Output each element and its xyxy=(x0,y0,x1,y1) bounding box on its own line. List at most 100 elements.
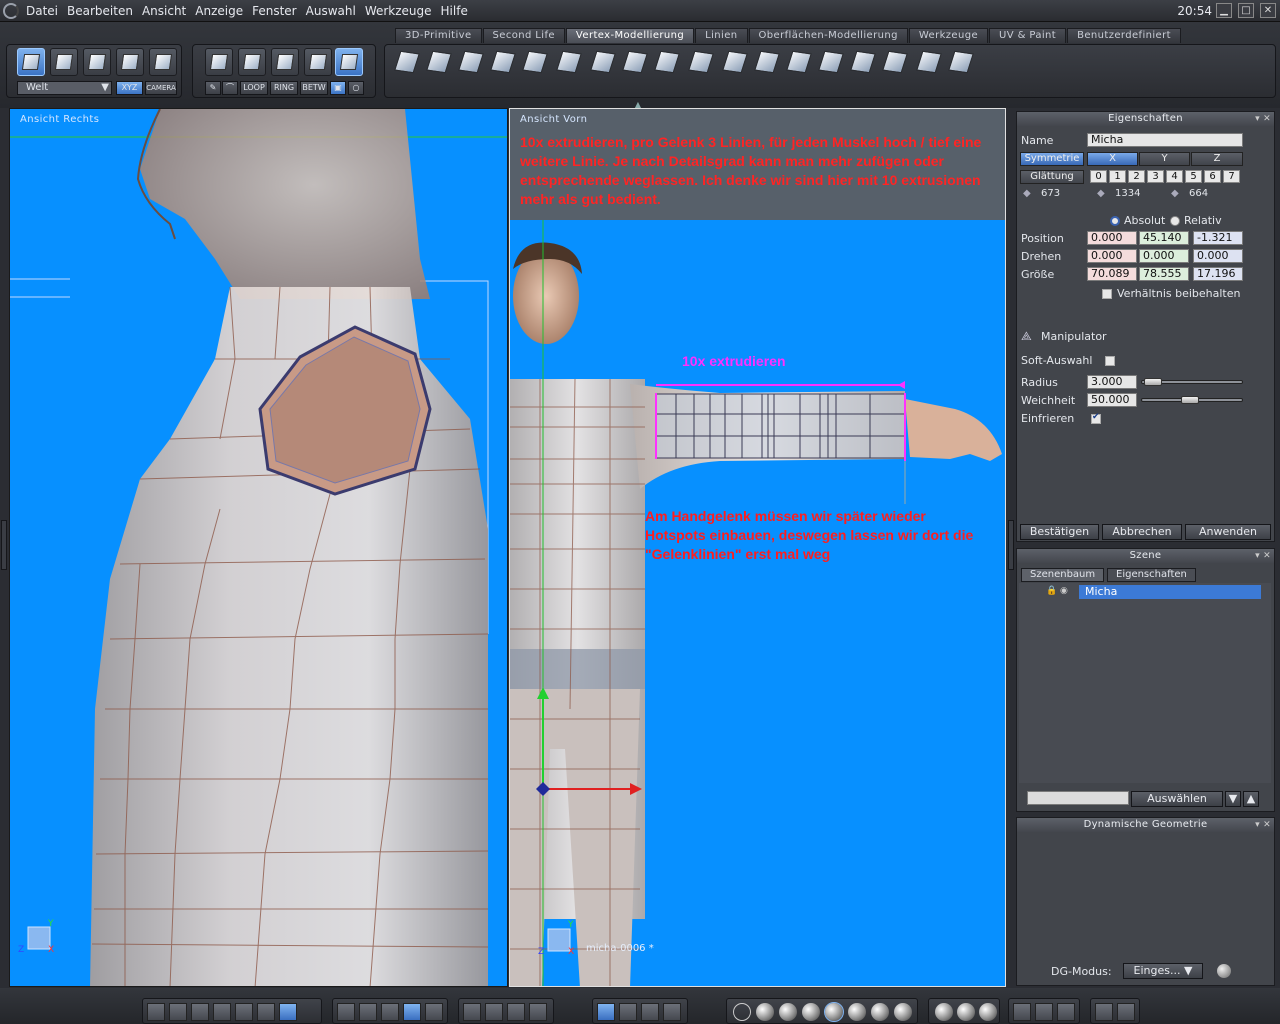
render-sun-icon[interactable] xyxy=(1095,1003,1113,1021)
size-y[interactable]: 78.555 xyxy=(1139,267,1189,281)
smoothing-level[interactable]: 6 xyxy=(1204,170,1221,183)
hidden-line-sphere-icon[interactable] xyxy=(756,1003,774,1021)
smoothing-level[interactable]: 7 xyxy=(1223,170,1240,183)
smoothing-level[interactable]: 5 xyxy=(1185,170,1202,183)
softness-field[interactable]: 50.000 xyxy=(1087,393,1137,407)
add-vertex-tool-icon[interactable] xyxy=(915,48,943,76)
panel-close-icon[interactable]: ▾ ✕ xyxy=(1255,550,1271,563)
camera-icon[interactable] xyxy=(1117,1003,1135,1021)
wireframe-sphere-icon[interactable] xyxy=(733,1003,751,1021)
mixed-mode-icon[interactable] xyxy=(335,48,363,76)
apply-button[interactable]: Anwenden xyxy=(1185,524,1271,540)
rotate-view-icon[interactable] xyxy=(619,1003,637,1021)
dg-sphere-icon[interactable] xyxy=(1217,964,1231,978)
checker-icon[interactable] xyxy=(381,1003,399,1021)
layout-quad-icon[interactable] xyxy=(169,1003,187,1021)
size-x[interactable]: 70.089 xyxy=(1087,267,1137,281)
tab-werkzeuge[interactable]: Werkzeuge xyxy=(908,28,989,43)
layout-single-icon[interactable] xyxy=(147,1003,165,1021)
menu-werkzeuge[interactable]: Werkzeuge xyxy=(365,4,432,18)
loop-button[interactable]: LOOP xyxy=(240,81,268,95)
hand-icon[interactable] xyxy=(663,1003,681,1021)
softness-slider-handle[interactable] xyxy=(1181,396,1199,404)
camera-toggle[interactable]: CAMERA xyxy=(145,81,177,95)
confirm-button[interactable]: Bestätigen xyxy=(1020,524,1099,540)
material-icon[interactable] xyxy=(935,1003,953,1021)
rect-select-icon[interactable]: ▣ xyxy=(330,81,346,95)
slice-tool-icon[interactable] xyxy=(753,48,781,76)
rotate-y[interactable]: 0.000 xyxy=(1139,249,1189,263)
eye-icon[interactable]: ◉ xyxy=(1060,586,1068,596)
cancel-button[interactable]: Abbrechen xyxy=(1102,524,1182,540)
paint-icon[interactable] xyxy=(359,1003,377,1021)
symmetry-z[interactable]: Z xyxy=(1191,152,1243,166)
split-tool-icon[interactable] xyxy=(687,48,715,76)
tab-scenebaum[interactable]: Szenenbaum xyxy=(1021,568,1105,582)
render-settings-icon[interactable] xyxy=(1013,1003,1031,1021)
grid-alt-icon[interactable] xyxy=(425,1003,443,1021)
tab-linien[interactable]: Linien xyxy=(695,28,748,43)
tab-second-life[interactable]: Second Life xyxy=(482,28,565,43)
app-logo-icon[interactable] xyxy=(3,3,19,19)
eye-icon[interactable] xyxy=(529,1003,547,1021)
layout-split-h-icon[interactable] xyxy=(257,1003,275,1021)
symmetry-y[interactable]: Y xyxy=(1139,152,1190,166)
object-mode-icon[interactable] xyxy=(205,48,233,76)
scene-search-input[interactable] xyxy=(1027,791,1129,805)
tab-benutzerdefiniert[interactable]: Benutzerdefiniert xyxy=(1067,28,1181,43)
radius-field[interactable]: 3.000 xyxy=(1087,375,1137,389)
ring-button[interactable]: RING xyxy=(270,81,298,95)
collapse-toolbar-icon[interactable]: ▲ xyxy=(630,100,646,109)
weld-tool-icon[interactable] xyxy=(653,48,681,76)
grid-icon[interactable] xyxy=(337,1003,355,1021)
flat-sphere-icon[interactable] xyxy=(779,1003,797,1021)
smoothing-level[interactable]: 3 xyxy=(1147,170,1164,183)
pan-icon[interactable] xyxy=(485,1003,503,1021)
book-icon[interactable] xyxy=(1057,1003,1075,1021)
connect-tool-icon[interactable] xyxy=(621,48,649,76)
smoothing-level[interactable]: 0 xyxy=(1090,170,1107,183)
radius-slider-handle[interactable] xyxy=(1144,378,1162,386)
subdivide-tool-icon[interactable] xyxy=(555,48,583,76)
keep-ratio-checkbox[interactable] xyxy=(1102,289,1112,299)
rotate-x[interactable]: 0.000 xyxy=(1087,249,1137,263)
relative-radio[interactable] xyxy=(1170,216,1180,226)
bridge-tool-icon[interactable] xyxy=(881,48,909,76)
remove-vertex-tool-icon[interactable] xyxy=(947,48,975,76)
preview-sphere-icon[interactable] xyxy=(894,1003,912,1021)
space-select[interactable]: Welt ▼ xyxy=(17,81,112,95)
edge-mode-icon[interactable] xyxy=(271,48,299,76)
grid-on-icon[interactable] xyxy=(403,1003,421,1021)
freeze-checkbox[interactable] xyxy=(1091,412,1101,424)
textured-sphere-icon[interactable] xyxy=(848,1003,866,1021)
left-panel-grip[interactable] xyxy=(1,520,7,570)
menu-fenster[interactable]: Fenster xyxy=(252,4,297,18)
dolly-icon[interactable] xyxy=(641,1003,659,1021)
uniform-tool-icon[interactable] xyxy=(849,48,877,76)
move-view-icon[interactable] xyxy=(597,1003,615,1021)
position-z[interactable]: -1.321 xyxy=(1193,231,1243,245)
smoothing-toggle[interactable]: Glättung xyxy=(1020,170,1084,184)
dg-mode-select[interactable]: Einges... ▼ xyxy=(1123,963,1203,979)
tab-3d-primitive[interactable]: 3D-Primitive xyxy=(395,28,482,43)
menu-datei[interactable]: Datei xyxy=(26,4,58,18)
viewport-front-view[interactable]: Y Z X 10x extrudieren, pro Gelenk 3 Lini… xyxy=(509,108,1006,987)
layout-split-v-icon[interactable] xyxy=(279,1003,297,1021)
panel-close-icon[interactable]: ▾ ✕ xyxy=(1255,113,1271,126)
chevron-up-icon[interactable]: ▲ xyxy=(1243,791,1259,807)
tab-uv-paint[interactable]: UV & Paint xyxy=(989,28,1067,43)
extrude-tool-icon[interactable] xyxy=(393,48,421,76)
tab-oberflaechen-modellierung[interactable]: Oberflächen-Modellierung xyxy=(748,28,908,43)
smoothing-level[interactable]: 2 xyxy=(1128,170,1145,183)
position-x[interactable]: 0.000 xyxy=(1087,231,1137,245)
between-button[interactable]: BETW xyxy=(300,81,328,95)
lights-icon[interactable] xyxy=(979,1003,997,1021)
inset-tool-icon[interactable] xyxy=(425,48,453,76)
layout-three-icon[interactable] xyxy=(191,1003,209,1021)
maximize-icon[interactable]: □ xyxy=(1238,3,1254,18)
menu-ansicht[interactable]: Ansicht xyxy=(142,4,186,18)
select-button[interactable]: Auswählen xyxy=(1131,791,1223,807)
tighten-tool-icon[interactable] xyxy=(785,48,813,76)
material-alt-icon[interactable] xyxy=(957,1003,975,1021)
smoothing-level[interactable]: 4 xyxy=(1166,170,1183,183)
